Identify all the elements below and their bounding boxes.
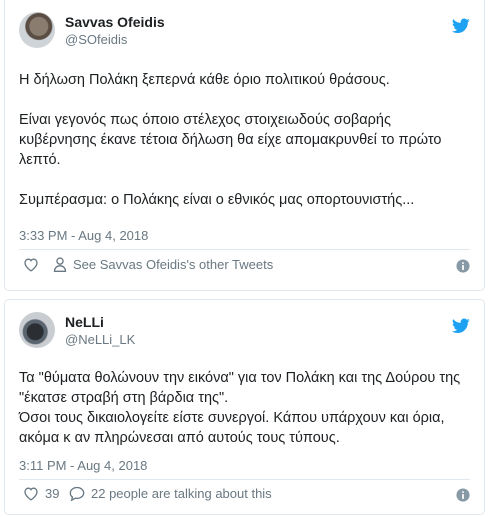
tweet-line: λεπτό. [19, 152, 61, 168]
like-button[interactable]: 39 [23, 486, 59, 501]
tweet-line: κυβέρνησης έκανε τέτοια δήλωση θα είχε α… [19, 132, 442, 148]
tweet-actions: 39 22 people are talking about this [19, 486, 470, 506]
avatar[interactable] [19, 312, 55, 348]
conversation-label: 22 people are talking about this [91, 486, 272, 501]
tweet-card[interactable]: NeLLi @NeLLi_LK Τα "θύματα θολώνουν την … [4, 299, 485, 515]
info-icon[interactable] [456, 488, 470, 502]
tweet-line: Η δήλωση Πολάκη ξεπερνά κάθε όριο πολιτι… [19, 72, 390, 88]
tweet-line: Είναι γεγονός πως όποιο στέλεχος στοιχει… [19, 112, 391, 128]
user-icon [53, 257, 67, 272]
heart-icon [24, 487, 38, 501]
tweet-line: ακόμα κ αν πληρώνεσαι από αυτούς τους τύ… [19, 430, 340, 446]
tweet-text: Τα "θύματα θολώνουν την εικόνα" για τον … [19, 368, 470, 448]
other-tweets-label: See Savvas Ofeidis's other Tweets [73, 257, 274, 272]
tweet-line: "έκατσε στραβή στη βάρδια της". [19, 390, 229, 406]
conversation-link[interactable]: 22 people are talking about this [69, 486, 272, 501]
author-handle[interactable]: @NeLLi_LK [65, 332, 135, 347]
tweet-line: Όσοι τους δικαιολογείτε είστε συνεργοί. … [19, 410, 445, 426]
tweet-header: NeLLi @NeLLi_LK [19, 312, 470, 356]
author-name[interactable]: NeLLi [65, 314, 104, 330]
twitter-bird-icon[interactable] [452, 318, 470, 334]
author-handle[interactable]: @SOfeidis [65, 32, 127, 47]
tweet-actions: See Savvas Ofeidis's other Tweets [19, 257, 470, 277]
tweet-header: Savvas Ofeidis @SOfeidis [19, 12, 470, 56]
other-tweets-link[interactable]: See Savvas Ofeidis's other Tweets [53, 257, 273, 272]
tweet-line: Συμπέρασμα: ο Πολάκης είναι ο εθνικός μα… [19, 192, 415, 208]
tweet-timestamp[interactable]: 3:33 PM - Aug 4, 2018 [19, 228, 148, 243]
info-icon[interactable] [456, 259, 470, 273]
like-button[interactable] [23, 257, 39, 272]
tweet-timestamp[interactable]: 3:11 PM - Aug 4, 2018 [19, 458, 147, 473]
like-count: 39 [45, 486, 60, 501]
author-name[interactable]: Savvas Ofeidis [65, 14, 165, 30]
tweet-text: Η δήλωση Πολάκη ξεπερνά κάθε όριο πολιτι… [19, 70, 470, 210]
avatar[interactable] [19, 12, 55, 48]
comment-icon [69, 486, 85, 501]
divider [19, 249, 470, 250]
heart-icon [24, 258, 38, 272]
tweet-card[interactable]: Savvas Ofeidis @SOfeidis Η δήλωση Πολάκη… [4, 0, 485, 291]
tweet-line: Τα "θύματα θολώνουν την εικόνα" για τον … [19, 370, 461, 386]
divider [19, 479, 470, 480]
twitter-bird-icon[interactable] [452, 18, 470, 34]
